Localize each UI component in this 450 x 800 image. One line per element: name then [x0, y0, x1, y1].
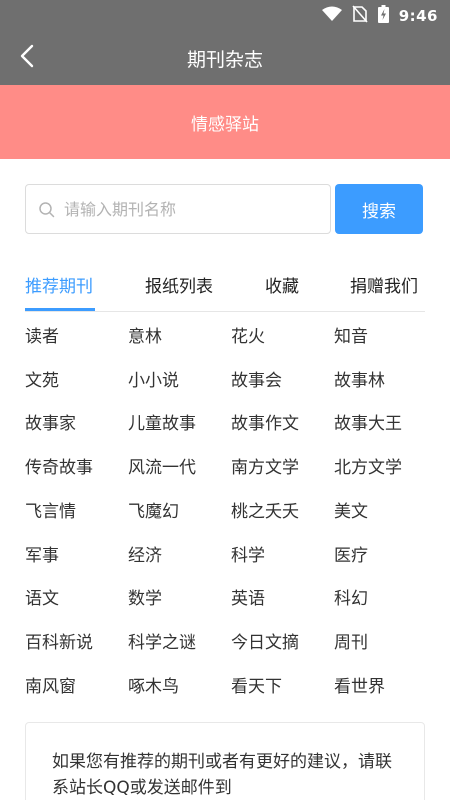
magazine-item[interactable]: 桃之夭夭: [231, 497, 299, 522]
magazine-item[interactable]: 科幻: [334, 584, 368, 609]
magazine-item[interactable]: 风流一代: [128, 453, 196, 478]
search-button[interactable]: 搜索: [335, 184, 423, 234]
magazine-item[interactable]: 今日文摘: [231, 628, 299, 653]
app-bar: 期刊杂志: [0, 30, 450, 85]
magazine-item[interactable]: 小小说: [128, 366, 179, 391]
magazine-item[interactable]: 医疗: [334, 541, 368, 566]
no-sim-icon: [352, 5, 368, 27]
magazine-item[interactable]: 文苑: [25, 366, 59, 391]
status-time: 9:46: [398, 7, 438, 25]
magazine-item[interactable]: 经济: [128, 541, 162, 566]
magazine-item[interactable]: 知音: [334, 322, 368, 347]
magazine-item[interactable]: 故事家: [25, 409, 76, 434]
magazine-item[interactable]: 周刊: [334, 628, 368, 653]
magazine-item[interactable]: 故事大王: [334, 409, 402, 434]
page-title: 期刊杂志: [186, 49, 263, 71]
magazine-item[interactable]: 南风窗: [25, 672, 76, 697]
magazine-item[interactable]: 传奇故事: [25, 453, 93, 478]
status-bar: 9:46: [0, 0, 450, 30]
magazine-item[interactable]: 南方文学: [231, 453, 299, 478]
search-icon: [38, 201, 56, 223]
search-box[interactable]: [25, 184, 331, 234]
magazine-item[interactable]: 科学之谜: [128, 628, 196, 653]
magazine-item[interactable]: 儿童故事: [128, 409, 196, 434]
tab-donate[interactable]: 捐赠我们: [350, 272, 418, 297]
active-tab-indicator: [25, 308, 95, 311]
status-icons: 9:46: [321, 5, 438, 27]
magazine-item[interactable]: 故事林: [334, 366, 385, 391]
magazine-item[interactable]: 啄木鸟: [128, 672, 179, 697]
magazine-item[interactable]: 故事会: [231, 366, 282, 391]
tab-bar: 推荐期刊 报纸列表 收藏 捐赠我们: [25, 262, 425, 312]
magazine-item[interactable]: 百科新说: [25, 628, 93, 653]
magazine-item[interactable]: 看世界: [334, 672, 385, 697]
battery-icon: [377, 5, 389, 27]
magazine-item[interactable]: 飞魔幻: [128, 497, 179, 522]
wifi-icon: [321, 6, 342, 26]
search-input[interactable]: [64, 185, 324, 233]
tab-recommended[interactable]: 推荐期刊: [25, 272, 93, 297]
magazine-item[interactable]: 科学: [231, 541, 265, 566]
magazine-item[interactable]: 美文: [334, 497, 368, 522]
tab-newspapers[interactable]: 报纸列表: [145, 272, 213, 297]
magazine-item[interactable]: 意林: [128, 322, 162, 347]
magazine-item[interactable]: 军事: [25, 541, 59, 566]
magazine-item[interactable]: 北方文学: [334, 453, 402, 478]
magazine-item[interactable]: 数学: [128, 584, 162, 609]
notice-text: 如果您有推荐的期刊或者有更好的建议，请联系站长QQ或发送邮件到: [52, 752, 392, 798]
magazine-item[interactable]: 语文: [25, 584, 59, 609]
notice-card: 如果您有推荐的期刊或者有更好的建议，请联系站长QQ或发送邮件到: [25, 722, 425, 800]
magazine-item[interactable]: 故事作文: [231, 409, 299, 434]
magazine-item[interactable]: 英语: [231, 584, 265, 609]
magazine-item[interactable]: 看天下: [231, 672, 282, 697]
magazine-item[interactable]: 飞言情: [25, 497, 76, 522]
banner[interactable]: 情感驿站: [0, 85, 450, 159]
magazine-item[interactable]: 读者: [25, 322, 59, 347]
tab-favorites[interactable]: 收藏: [265, 272, 299, 297]
magazine-item[interactable]: 花火: [231, 322, 265, 347]
banner-text: 情感驿站: [191, 115, 259, 135]
